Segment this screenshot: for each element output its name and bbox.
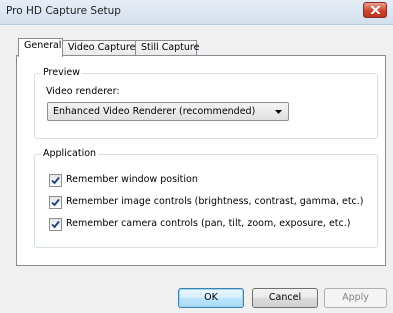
tab-still-capture-label: Still Capture — [141, 42, 200, 53]
video-renderer-select[interactable]: Enhanced Video Renderer (recommended) — [47, 102, 289, 121]
application-group: Application Remember window position Rem… — [34, 148, 378, 248]
cancel-button[interactable]: Cancel — [252, 288, 318, 308]
preview-group-title: Preview — [41, 67, 82, 78]
apply-button[interactable]: Apply — [324, 288, 387, 308]
title-bar[interactable]: Pro HD Capture Setup — [0, 0, 393, 25]
remember-window-position-label: Remember window position — [66, 174, 198, 185]
tab-video-capture[interactable]: Video Capture — [62, 40, 136, 56]
close-icon — [371, 6, 380, 14]
tab-still-capture[interactable]: Still Capture — [135, 40, 200, 56]
remember-image-controls-label: Remember image controls (brightness, con… — [66, 196, 364, 207]
preview-group: Preview Video renderer: Enhanced Video R… — [34, 67, 378, 139]
video-renderer-label: Video renderer: — [46, 86, 120, 97]
remember-camera-controls-checkbox[interactable] — [49, 218, 62, 231]
checkmark-icon — [51, 220, 60, 229]
setup-dialog: Pro HD Capture Setup General Video Captu… — [0, 0, 393, 313]
window-title: Pro HD Capture Setup — [6, 5, 121, 17]
checkmark-icon — [51, 198, 60, 207]
remember-camera-controls-label: Remember camera controls (pan, tilt, zoo… — [66, 218, 351, 229]
general-tab-panel: Preview Video renderer: Enhanced Video R… — [16, 55, 386, 266]
tab-general[interactable]: General — [18, 38, 63, 57]
checkmark-icon — [51, 176, 60, 185]
chevron-down-icon — [275, 110, 282, 114]
remember-window-position-checkbox[interactable] — [49, 174, 62, 187]
ok-button[interactable]: OK — [178, 288, 244, 308]
application-group-title: Application — [41, 148, 99, 159]
tab-general-label: General — [24, 40, 62, 51]
tab-video-capture-label: Video Capture — [68, 42, 136, 53]
close-button[interactable] — [363, 2, 387, 18]
video-renderer-value: Enhanced Video Renderer (recommended) — [53, 106, 256, 117]
remember-image-controls-checkbox[interactable] — [49, 196, 62, 209]
